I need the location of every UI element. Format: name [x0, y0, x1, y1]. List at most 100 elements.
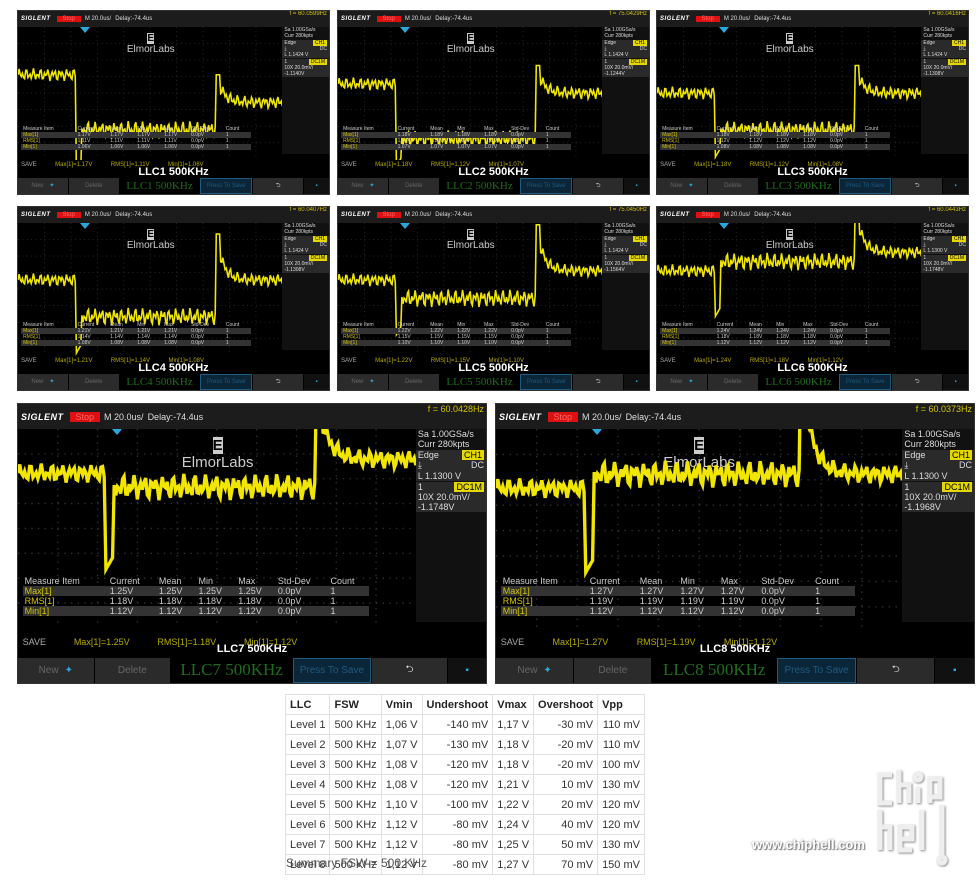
new-button[interactable]: New ✦: [338, 373, 388, 390]
back-button[interactable]: ⮌: [253, 177, 304, 194]
measure-cell: 1.25V: [238, 586, 262, 597]
summary-cell: 50 mV: [533, 834, 599, 855]
back-button[interactable]: ⮌: [857, 657, 935, 683]
new-button[interactable]: New ✦: [18, 177, 68, 194]
run-stop-status: Stop: [376, 212, 401, 219]
siglent-brand: SIGLENT: [21, 212, 51, 219]
filename-field[interactable]: LLC8 500KHz: [652, 657, 776, 683]
timebase: M 20.0us/: [582, 411, 622, 422]
summary-header-row: LLC FSW Vmin Undershoot Vmax Overshoot Vpp: [284, 694, 645, 715]
delay: Delay:-74.4us: [625, 411, 682, 422]
new-button[interactable]: New ✦: [18, 657, 94, 683]
delete-button[interactable]: Delete: [574, 657, 652, 683]
press-to-save-button[interactable]: Press To Save: [293, 657, 371, 683]
summary-cell: -140 mV: [421, 714, 494, 735]
measure-cell: 1.25V: [109, 586, 134, 597]
back-button[interactable]: ⮌: [253, 373, 304, 390]
measure-row: Min[1] 1.12V 1.12V 1.12V 1.12V 0.0pV 1: [22, 606, 369, 617]
measure-cell: 1.07V: [457, 144, 471, 151]
filename-field[interactable]: LLC6 500KHz: [758, 373, 839, 390]
network-status-icon: ▪: [943, 373, 968, 390]
measure-cell: 1.08V: [110, 340, 124, 347]
trigger-coupling: DC: [319, 242, 327, 249]
scope-top-bar: SIGLENT Stop M 20.0us/ Delay:-74.4us f =…: [657, 11, 968, 28]
filename-field[interactable]: LLC1 500KHz: [119, 177, 200, 194]
network-status-icon: ▪: [624, 177, 649, 194]
filename-field[interactable]: LLC3 500KHz: [758, 177, 839, 194]
press-to-save-button[interactable]: Press To Save: [200, 177, 253, 194]
measure-row: Min[1] 1.08V 1.08V 1.08V 1.08V 0.0pV 1: [660, 144, 891, 151]
scope-top-bar: SIGLENT Stop M 20.0us/ Delay:-74.4us f =…: [338, 207, 649, 224]
falling-edge-icon: ⤓: [904, 460, 909, 471]
measure-cell: 1.08V: [776, 144, 790, 151]
new-button[interactable]: New ✦: [18, 373, 68, 390]
press-to-save-button[interactable]: Press To Save: [200, 373, 253, 390]
vertical-scale: 10X 20.0mV/: [417, 492, 470, 503]
acquisition-panel: Sa 1.00GSa/s Curr 280kpts Edge CH1 ⤓ DC L …: [602, 27, 649, 154]
measure-cell: Min[1]: [24, 606, 50, 617]
scope-llc5: SIGLENT Stop M 20.0us/ Delay:-74.4us f =…: [337, 206, 650, 391]
summary-row: Level 7 500 KHz 1,12 V -80 mV 1,25 V 50 mV 130…: [284, 834, 645, 855]
summary-header-cell: Vmax: [492, 694, 535, 715]
return-arrow-icon: ⮌: [914, 182, 920, 189]
summary-cell: 1,07 V: [380, 734, 423, 755]
measure-header-cell: Min: [198, 576, 214, 587]
run-stop-status: Stop: [56, 212, 81, 219]
scope-llc7: SIGLENT Stop M 20.0us/ Delay:-74.4us f =…: [17, 403, 487, 684]
delete-button[interactable]: Delete: [68, 177, 119, 194]
measure-header-cell: Measure Item: [24, 576, 80, 587]
back-button[interactable]: ⮌: [573, 373, 624, 390]
delete-button[interactable]: Delete: [707, 373, 758, 390]
back-button[interactable]: ⮌: [892, 373, 943, 390]
summary-cell: 110 mV: [597, 714, 645, 735]
measure-cell: 1.27V: [680, 586, 704, 597]
summary-cell: 1,18 V: [492, 734, 535, 755]
timebase: M 20.0us/: [723, 16, 751, 23]
measure-table: Measure Item Current Mean Min Max Std-Dev Coun…: [341, 322, 572, 347]
measure-header-cell: Count: [330, 576, 355, 587]
delete-button[interactable]: Delete: [388, 373, 439, 390]
delete-button[interactable]: Delete: [94, 657, 171, 683]
plus-icon: ✦: [369, 379, 375, 386]
press-to-save-button[interactable]: Press To Save: [839, 373, 892, 390]
new-button[interactable]: New ✦: [496, 657, 574, 683]
press-to-save-button[interactable]: Press To Save: [520, 373, 573, 390]
summary-cell: Level 3: [284, 754, 331, 775]
measure-cell: 1: [864, 144, 868, 151]
press-to-save-button[interactable]: Press To Save: [839, 177, 892, 194]
measure-header-cell: Count: [815, 576, 840, 587]
summary-cell: -80 mV: [421, 814, 494, 835]
measure-cell: 1.12V: [158, 606, 183, 617]
plus-icon: ✦: [49, 379, 55, 386]
summary-cell: -100 mV: [421, 794, 494, 815]
back-button[interactable]: ⮌: [573, 177, 624, 194]
filename-field[interactable]: LLC5 500KHz: [439, 373, 520, 390]
chiphell-watermark: www.chiphell.com: [752, 765, 972, 880]
chiphell-url: www.chiphell.com: [752, 837, 865, 852]
siglent-brand: SIGLENT: [499, 411, 542, 422]
sample-rate: Sa 1.00GSa/s: [417, 429, 474, 440]
measure-cell: 1.27V: [720, 586, 745, 597]
press-to-save-button[interactable]: Press To Save: [520, 177, 573, 194]
summary-header-cell: Vpp: [597, 694, 645, 715]
back-button[interactable]: ⮌: [892, 177, 943, 194]
filename-field[interactable]: LLC7 500KHz: [171, 657, 293, 683]
press-to-save-button[interactable]: Press To Save: [776, 657, 857, 683]
back-button[interactable]: ⮌: [371, 657, 448, 683]
delete-button[interactable]: Delete: [707, 177, 758, 194]
measure-cell: 1.07V: [397, 144, 411, 151]
new-button[interactable]: New ✦: [338, 177, 388, 194]
scope-caption: LLC4 500KHz: [138, 361, 209, 374]
delete-button[interactable]: Delete: [388, 177, 439, 194]
new-button[interactable]: New ✦: [657, 373, 707, 390]
scope-llc1: SIGLENT Stop M 20.0us/ Delay:-74.4us f =…: [17, 10, 330, 195]
filename-field[interactable]: LLC4 500KHz: [119, 373, 200, 390]
new-button[interactable]: New ✦: [657, 177, 707, 194]
measure-cell: 1.12V: [238, 606, 262, 617]
return-arrow-icon: ⮌: [275, 378, 281, 385]
delete-button[interactable]: Delete: [68, 373, 119, 390]
summary-cell: 10 mV: [533, 774, 599, 795]
waveform-line: [338, 224, 603, 338]
filename-field[interactable]: LLC2 500KHz: [439, 177, 520, 194]
run-stop-status: Stop: [69, 411, 101, 422]
